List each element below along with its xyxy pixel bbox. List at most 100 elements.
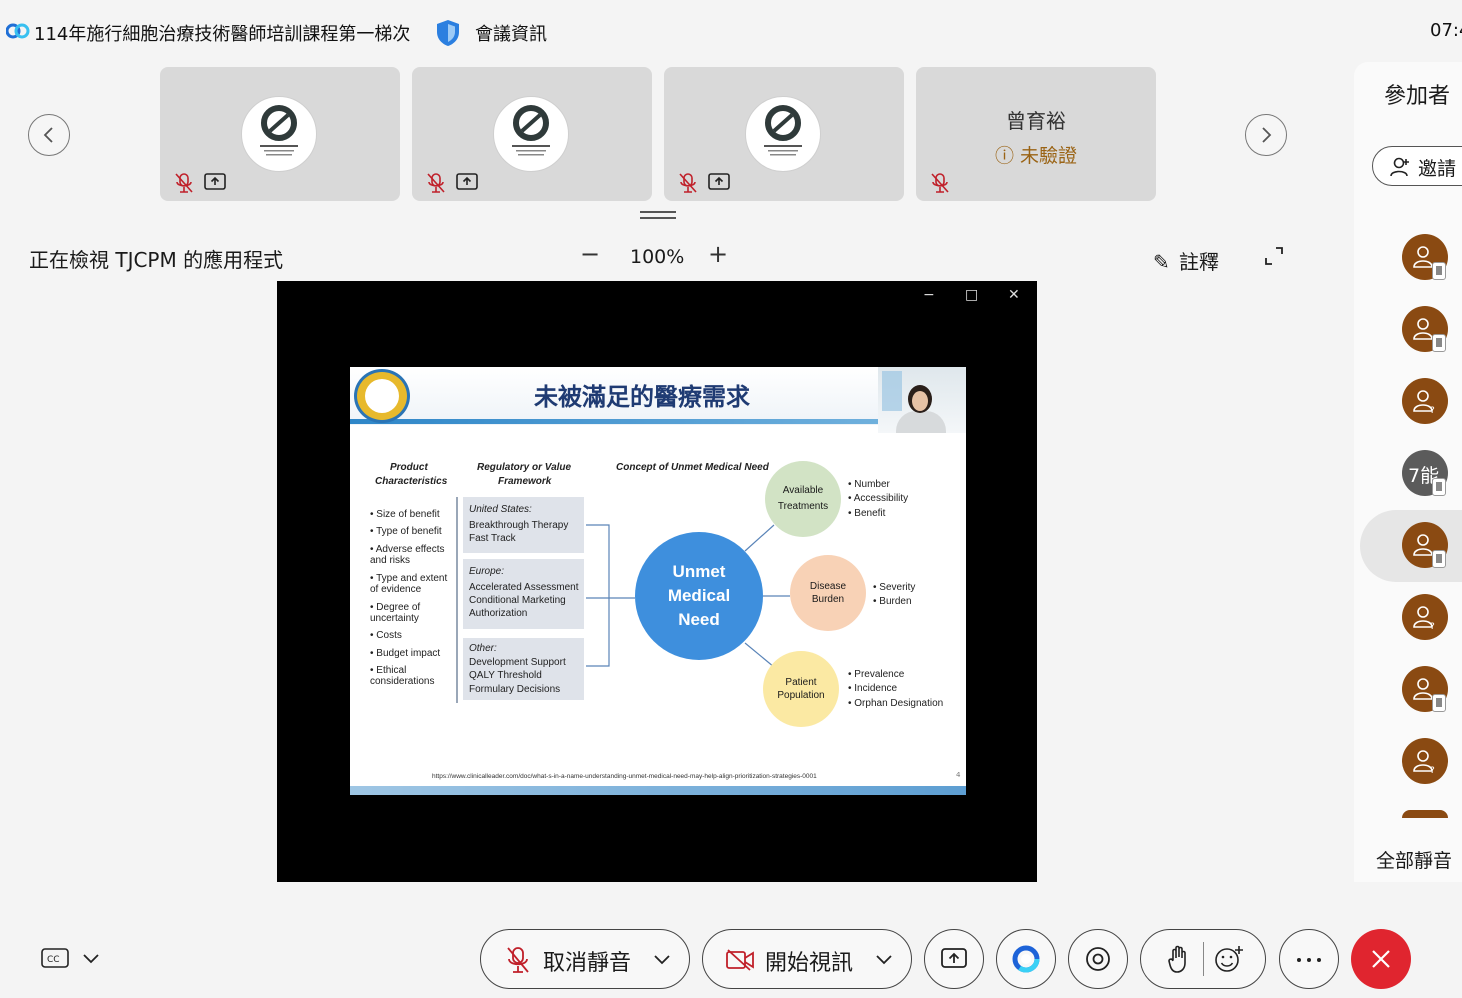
avatar xyxy=(1402,666,1448,712)
start-video-label: 開始視訊 xyxy=(765,951,854,976)
meeting-info-link[interactable]: 會議資訊 xyxy=(475,20,547,46)
shield-icon[interactable] xyxy=(434,18,462,48)
mute-all-button[interactable]: 全部靜音 xyxy=(1376,846,1452,873)
center-label: Medical xyxy=(667,586,731,605)
viewing-status: 正在檢視 TJCPM 的應用程式 xyxy=(29,248,284,272)
person-unknown-icon: ? xyxy=(1413,390,1435,415)
prev-thumbnails-button[interactable] xyxy=(28,114,70,156)
mobile-device-icon xyxy=(1432,262,1446,280)
meeting-clock: 07:4 xyxy=(1430,20,1462,41)
participant-row[interactable] xyxy=(1354,222,1462,294)
ai-assistant-button[interactable] xyxy=(996,929,1056,989)
node-label: Population xyxy=(777,690,825,701)
node-label: Treatments xyxy=(777,501,829,512)
participant-row[interactable]: ? xyxy=(1354,366,1462,438)
tjcpm-logo-icon xyxy=(241,96,317,172)
participant-row[interactable] xyxy=(1354,654,1462,726)
chevron-left-icon xyxy=(43,127,53,143)
avatar xyxy=(1402,306,1448,352)
share-screen-icon xyxy=(456,173,478,190)
participant-row[interactable] xyxy=(1354,294,1462,366)
share-screen-icon xyxy=(941,948,967,968)
node-bullet: • Number xyxy=(848,479,890,490)
node-bullet: • Orphan Designation xyxy=(848,698,944,709)
webex-logo-icon xyxy=(6,23,30,39)
raise-hand-icon xyxy=(1168,945,1186,973)
slide-page-number: 4 xyxy=(956,771,961,779)
person-unknown-icon: ? xyxy=(1413,750,1435,775)
chevron-down-icon xyxy=(654,955,670,965)
reactions-button[interactable] xyxy=(1140,929,1266,989)
video-thumbnail-1[interactable] xyxy=(160,67,400,201)
video-thumbnail-3[interactable] xyxy=(664,67,904,201)
unmute-button[interactable]: 取消靜音 xyxy=(480,929,690,989)
zoom-out-button[interactable]: − xyxy=(580,240,600,268)
node-bullet: • Incidence xyxy=(848,683,898,694)
video-thumbnail-2[interactable] xyxy=(412,67,652,201)
tjcpm-logo-icon xyxy=(745,96,821,172)
invite-label: 邀請 xyxy=(1418,158,1457,180)
participant-row[interactable]: 7能 xyxy=(1354,438,1462,510)
participants-panel: 參加者 邀請 ? 7能 ? ? xyxy=(1354,62,1462,882)
mic-muted-icon xyxy=(931,173,949,193)
chevron-down-icon xyxy=(876,955,892,965)
node-label: Patient xyxy=(785,677,817,688)
mic-muted-icon xyxy=(507,947,529,973)
unmute-label: 取消靜音 xyxy=(543,951,632,976)
node-bullet: • Accessibility xyxy=(848,493,909,504)
svg-text:?: ? xyxy=(1430,622,1435,631)
zoom-level: 100% xyxy=(630,246,685,268)
zoom-in-button[interactable]: + xyxy=(708,240,728,268)
node-label: Available xyxy=(782,485,824,496)
person-unknown-icon: ? xyxy=(1413,606,1435,631)
node-bullet: • Benefit xyxy=(848,508,886,519)
participant-row-selected[interactable] xyxy=(1360,510,1462,582)
center-label: Need xyxy=(678,610,720,629)
unmet-medical-need-circle: Unmet Medical Need xyxy=(635,532,763,660)
svg-text:?: ? xyxy=(1430,406,1435,415)
participant-row[interactable]: ? xyxy=(1354,726,1462,798)
invite-button[interactable]: 邀請 xyxy=(1372,146,1462,186)
record-icon xyxy=(1086,947,1110,971)
close-icon xyxy=(1372,950,1390,968)
next-thumbnails-button[interactable] xyxy=(1245,114,1287,156)
avatar: ? xyxy=(1402,378,1448,424)
start-video-button[interactable]: 開始視訊 xyxy=(702,929,912,989)
annotate-label: 註釋 xyxy=(1179,250,1219,274)
avatar xyxy=(1402,234,1448,280)
unverified-label: 未驗證 xyxy=(1020,145,1078,167)
video-off-icon xyxy=(726,949,754,971)
mobile-device-icon xyxy=(1432,334,1446,352)
available-treatments-circle: Available Treatments xyxy=(765,461,841,537)
window-minimize-button: − xyxy=(923,287,935,303)
add-person-icon xyxy=(1390,157,1409,177)
chevron-right-icon xyxy=(1262,127,1272,143)
node-bullet: • Prevalence xyxy=(848,669,905,680)
video-thumbnail-4[interactable]: 曾育裕 ⓘ 未驗證 xyxy=(916,67,1156,201)
mic-muted-icon xyxy=(679,173,697,193)
fullscreen-icon[interactable] xyxy=(1264,246,1284,266)
share-content-button[interactable] xyxy=(924,929,984,989)
center-label: Unmet xyxy=(672,562,726,581)
leave-meeting-button[interactable] xyxy=(1351,929,1411,989)
svg-text:?: ? xyxy=(1430,766,1435,775)
presentation-slide: 未被滿足的醫療需求 Product Characteristics Regula… xyxy=(350,367,966,795)
window-close-button: ✕ xyxy=(1008,287,1020,303)
reactions-divider xyxy=(1203,942,1204,976)
record-button[interactable] xyxy=(1068,929,1128,989)
node-label: Disease xyxy=(809,581,847,592)
avatar: ? xyxy=(1402,738,1448,784)
resize-handle[interactable] xyxy=(640,211,676,219)
annotate-button[interactable]: ✎ 註釋 xyxy=(1153,246,1219,275)
closed-captions-icon[interactable]: CC xyxy=(40,947,70,971)
mic-muted-icon xyxy=(175,173,193,193)
participant-row[interactable]: ? xyxy=(1354,582,1462,654)
more-options-button[interactable] xyxy=(1279,929,1339,989)
chevron-down-icon[interactable] xyxy=(82,951,100,965)
shared-application-window: − □ ✕ 未被滿足的醫療需求 Product Characteristics … xyxy=(277,281,1037,882)
patient-population-circle: Patient Population xyxy=(763,651,839,727)
unverified-status: ⓘ 未驗證 xyxy=(916,141,1156,168)
mobile-device-icon xyxy=(1432,478,1446,496)
mic-muted-icon xyxy=(427,173,445,193)
emoji-add-icon xyxy=(1215,946,1243,972)
